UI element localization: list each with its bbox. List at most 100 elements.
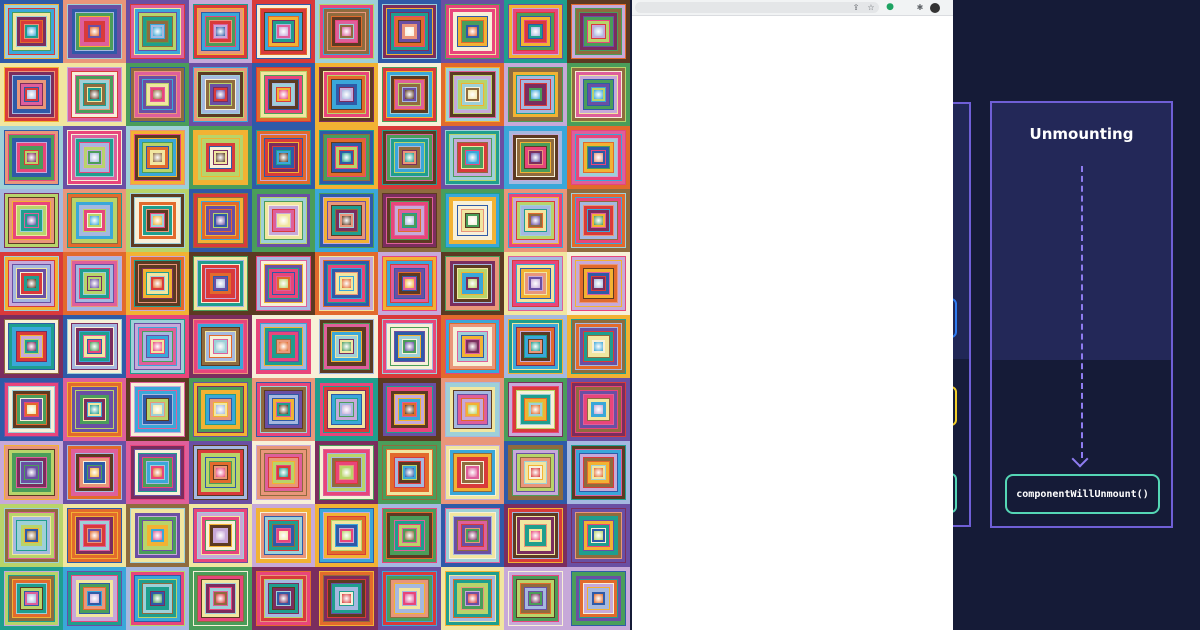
mosaic-tile [567,315,630,378]
mosaic-core [468,594,477,603]
mosaic-tile [504,189,567,252]
mosaic-core [594,153,603,162]
mosaic-core [531,90,540,99]
mosaic-tile [63,252,126,315]
mosaic-core [279,216,288,225]
mosaic-tile [0,504,63,567]
mosaic-tile [189,315,252,378]
mosaic-core [405,153,414,162]
mosaic-core [468,468,477,477]
mosaic-core [531,342,540,351]
mosaic-tile [63,63,126,126]
mosaic-tile [126,189,189,252]
mosaic-tile [567,567,630,630]
mosaic-core [594,531,603,540]
mosaic-tile [378,63,441,126]
mosaic-core [405,27,414,36]
mosaic-core [342,153,351,162]
mosaic-core [468,342,477,351]
mosaic-core [153,27,162,36]
mosaic-tile [0,252,63,315]
mosaic-tile [315,315,378,378]
mosaic-core [405,531,414,540]
avatar[interactable] [930,3,940,13]
mosaic-tile [567,126,630,189]
mosaic-tile [63,378,126,441]
mosaic-tile [189,63,252,126]
mosaic-core [27,27,36,36]
mosaic-core [342,90,351,99]
mosaic-tile [126,0,189,63]
react-updates-box-partial [953,386,957,426]
mosaic-core [531,405,540,414]
mosaic-tile [378,504,441,567]
mosaic-tile [63,441,126,504]
mosaic-core [216,468,225,477]
mosaic-tile [441,63,504,126]
browser-window: ⇪ ☆ ● ✱ [632,0,953,630]
mosaic-tile [252,126,315,189]
mosaic-tile [441,189,504,252]
mosaic-tile [441,378,504,441]
mosaic-tile [252,441,315,504]
mosaic-tile [189,567,252,630]
share-icon[interactable]: ⇪ [851,2,861,13]
mosaic-core [279,153,288,162]
mosaic-tile [504,567,567,630]
mosaic-core [468,531,477,540]
lifecycle-diagram: ) Unmounting componentWillUnmount() [953,0,1200,630]
mosaic-tile [441,441,504,504]
mosaic-tile [126,441,189,504]
puzzle-icon[interactable]: ✱ [915,2,925,13]
mosaic-tile [378,441,441,504]
mosaic-tile [315,0,378,63]
mosaic-core [216,153,225,162]
mosaic-tile [189,0,252,63]
mosaic-core [468,27,477,36]
mosaic-core [279,90,288,99]
mosaic-core [531,27,540,36]
mosaic-core [27,594,36,603]
star-icon[interactable]: ☆ [866,2,876,13]
mosaic-core [342,279,351,288]
mosaic-tile [126,378,189,441]
mosaic-core [27,468,36,477]
mosaic-tile [567,189,630,252]
mosaic-tile [378,378,441,441]
mosaic-tile [567,504,630,567]
component-did-update-box-partial [953,473,957,513]
mosaic-core [342,405,351,414]
mosaic-core [216,531,225,540]
mosaic-tile [0,315,63,378]
mosaic-core [405,90,414,99]
mosaic-tile [504,63,567,126]
mosaic-core [468,90,477,99]
mosaic-tile [126,63,189,126]
mosaic-core [405,594,414,603]
mosaic-tile [189,378,252,441]
mosaic-tile [315,567,378,630]
mosaic-core [27,90,36,99]
mosaic-core [531,468,540,477]
mosaic-core [405,216,414,225]
mosaic-tile [0,189,63,252]
mosaic-tile [567,252,630,315]
component-will-unmount-box: componentWillUnmount() [1005,474,1160,514]
mosaic-core [594,279,603,288]
address-bar[interactable] [635,2,879,13]
mosaic-tile [315,252,378,315]
mosaic-core [342,594,351,603]
square-mosaic-image [0,0,630,630]
mosaic-core [27,405,36,414]
mosaic-tile [315,504,378,567]
mosaic-core [90,90,99,99]
mosaic-core [468,216,477,225]
mosaic-tile [0,441,63,504]
mosaic-tile [315,126,378,189]
extension-icon[interactable]: ● [885,2,895,13]
mosaic-tile [504,126,567,189]
mosaic-core [90,153,99,162]
mosaic-core [153,342,162,351]
mosaic-core [468,405,477,414]
mosaic-tile [567,0,630,63]
